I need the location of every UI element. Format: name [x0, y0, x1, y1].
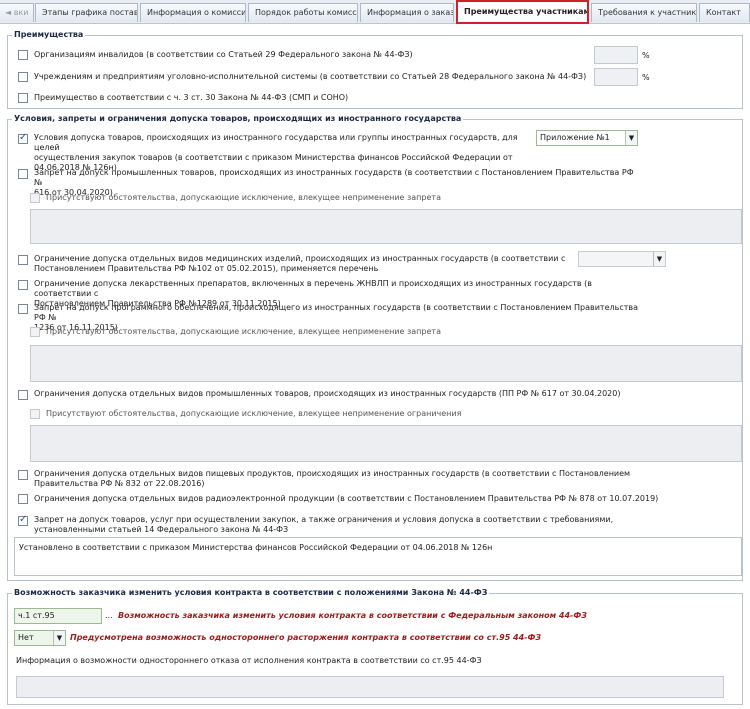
appendix-select-value: Приложение №1 — [540, 133, 610, 142]
condition-software-checkbox[interactable] — [18, 304, 28, 314]
tab-label: Требования к участникам — [598, 8, 697, 17]
tab-participant-advantages[interactable]: Преимущества участникам — [456, 0, 589, 24]
unilateral-refusal-info-textarea[interactable] — [16, 676, 724, 698]
condition-foreign-goods-admission-checkbox[interactable] — [18, 132, 28, 144]
percent-sign: % — [642, 73, 650, 82]
condition-article14-checkbox[interactable] — [18, 514, 28, 526]
label-line: Запрет на допуск программного обеспечени… — [34, 303, 638, 322]
article-label: Возможность заказчика изменить условия к… — [118, 611, 587, 620]
advantage-smp-sono-checkbox[interactable] — [18, 93, 28, 103]
exception-software-checkbox[interactable] — [30, 327, 40, 337]
advantage-disabled-orgs-checkbox[interactable] — [18, 50, 28, 60]
conditions-fieldset: Условия, запреты и ограничения допуска т… — [7, 114, 743, 581]
tab-bar: ◄ вки Этапы графика поставки Информация … — [0, 0, 750, 24]
contract-fieldset: Возможность заказчика изменить условия к… — [7, 588, 743, 705]
label-line: установленными статьей 14 Федерального з… — [34, 525, 289, 534]
label-line: Правительства РФ № 832 от 22.08.2016) — [34, 479, 205, 488]
advantages-fieldset: Преимущества Организациям инвалидов (в с… — [7, 30, 743, 109]
tab-label: Информация о комиссии — [147, 8, 246, 17]
article14-text: Установлено в соответствии с приказом Ми… — [19, 543, 493, 552]
condition-industrial-goods-616-checkbox[interactable] — [18, 169, 28, 179]
advantage-penal-system-checkbox[interactable] — [18, 72, 28, 82]
advantage-penal-system-label: Учреждениям и предприятиям уголовно-испо… — [34, 72, 587, 81]
article-browse-button[interactable]: ... — [105, 611, 113, 621]
percent-sign: % — [642, 51, 650, 60]
label-line: осуществления закупок товаров (в соответ… — [34, 153, 513, 162]
tab-commission-order[interactable]: Порядок работы комиссии — [248, 3, 358, 22]
advantage-disabled-orgs-percent-input[interactable] — [594, 46, 638, 64]
label-line: Ограничение допуска отдельных видов меди… — [34, 254, 566, 263]
chevron-down-icon: ▼ — [625, 131, 637, 145]
unilateral-termination-value: Нет — [18, 633, 34, 642]
appendix-select[interactable]: Приложение №1 ▼ — [536, 130, 638, 146]
label-line: Ограничения допуска отдельных видов пище… — [34, 469, 631, 478]
chevron-down-icon: ▼ — [653, 252, 665, 266]
tab-commission-info[interactable]: Информация о комиссии — [140, 3, 246, 22]
article14-textarea[interactable]: Установлено в соответствии с приказом Ми… — [14, 537, 742, 576]
condition-food-products-label: Ограничения допуска отдельных видов пище… — [34, 469, 644, 489]
condition-foreign-goods-admission-label: Условия допуска товаров, происходящих из… — [34, 133, 534, 173]
exception-617-textarea[interactable] — [30, 425, 742, 462]
tab-label: ◄ вки — [5, 8, 29, 17]
exception-software-label: Присутствуют обстоятельства, допускающие… — [46, 327, 441, 336]
exception-616-textarea[interactable] — [30, 209, 742, 244]
tab-label: Порядок работы комиссии — [255, 8, 358, 17]
condition-medical-devices-checkbox[interactable] — [18, 255, 28, 265]
article-input[interactable]: ч.1 ст.95 — [14, 608, 102, 624]
label-line: Запрет на допуск товаров, услуг при осущ… — [34, 515, 614, 524]
exception-617-label: Присутствуют обстоятельства, допускающие… — [46, 409, 462, 418]
exception-617-checkbox[interactable] — [30, 409, 40, 419]
exception-616-label: Присутствуют обстоятельства, допускающие… — [46, 193, 441, 202]
tab-order-info[interactable]: Информация о заказе — [360, 3, 454, 22]
unilateral-termination-label: Предусмотрена возможность одностороннего… — [70, 633, 542, 642]
advantage-smp-sono-label: Преимущество в соответствии с ч. 3 ст. 3… — [34, 93, 349, 102]
label-line: Постановлением Правительства РФ №102 от … — [34, 264, 379, 273]
contract-legend: Возможность заказчика изменить условия к… — [12, 588, 490, 598]
condition-medical-devices-label: Ограничение допуска отдельных видов меди… — [34, 254, 579, 274]
unilateral-refusal-info-label: Информация о возможности одностороннего … — [16, 656, 482, 665]
exception-software-textarea[interactable] — [30, 345, 742, 382]
label-line: Условия допуска товаров, происходящих из… — [34, 133, 518, 152]
condition-industrial-goods-617-checkbox[interactable] — [18, 390, 28, 400]
chevron-down-icon: ▼ — [53, 631, 65, 645]
advantage-penal-system-percent-input[interactable] — [594, 68, 638, 86]
condition-radioelectronic-checkbox[interactable] — [18, 494, 28, 504]
unilateral-termination-select[interactable]: Нет ▼ — [14, 630, 66, 646]
tab-delivery-schedule[interactable]: Этапы графика поставки — [35, 3, 138, 22]
tab-label: Контакт — [706, 8, 741, 17]
tab-participant-requirements[interactable]: Требования к участникам — [591, 3, 697, 22]
condition-food-products-checkbox[interactable] — [18, 470, 28, 480]
condition-industrial-goods-617-label: Ограничения допуска отдельных видов пром… — [34, 389, 621, 398]
tab-label: Этапы графика поставки — [42, 8, 138, 17]
condition-radioelectronic-label: Ограничения допуска отдельных видов ради… — [34, 494, 659, 503]
tab-scroll-back[interactable]: ◄ вки — [0, 3, 34, 22]
condition-medicines-checkbox[interactable] — [18, 280, 28, 290]
tab-label: Информация о заказе — [367, 8, 454, 17]
tab-label: Преимущества участникам — [464, 7, 589, 16]
medical-list-select[interactable]: ▼ — [578, 251, 666, 267]
conditions-legend: Условия, запреты и ограничения допуска т… — [12, 114, 464, 124]
exception-616-checkbox[interactable] — [30, 193, 40, 203]
label-line: Запрет на допуск промышленных товаров, п… — [34, 168, 634, 187]
article-input-value: ч.1 ст.95 — [18, 611, 55, 620]
label-line: Ограничение допуска лекарственных препар… — [34, 279, 592, 298]
tab-contacts[interactable]: Контакт — [699, 3, 750, 22]
advantages-legend: Преимущества — [12, 30, 86, 40]
advantage-disabled-orgs-label: Организациям инвалидов (в соответствии с… — [34, 50, 413, 59]
condition-article14-label: Запрет на допуск товаров, услуг при осущ… — [34, 515, 674, 535]
